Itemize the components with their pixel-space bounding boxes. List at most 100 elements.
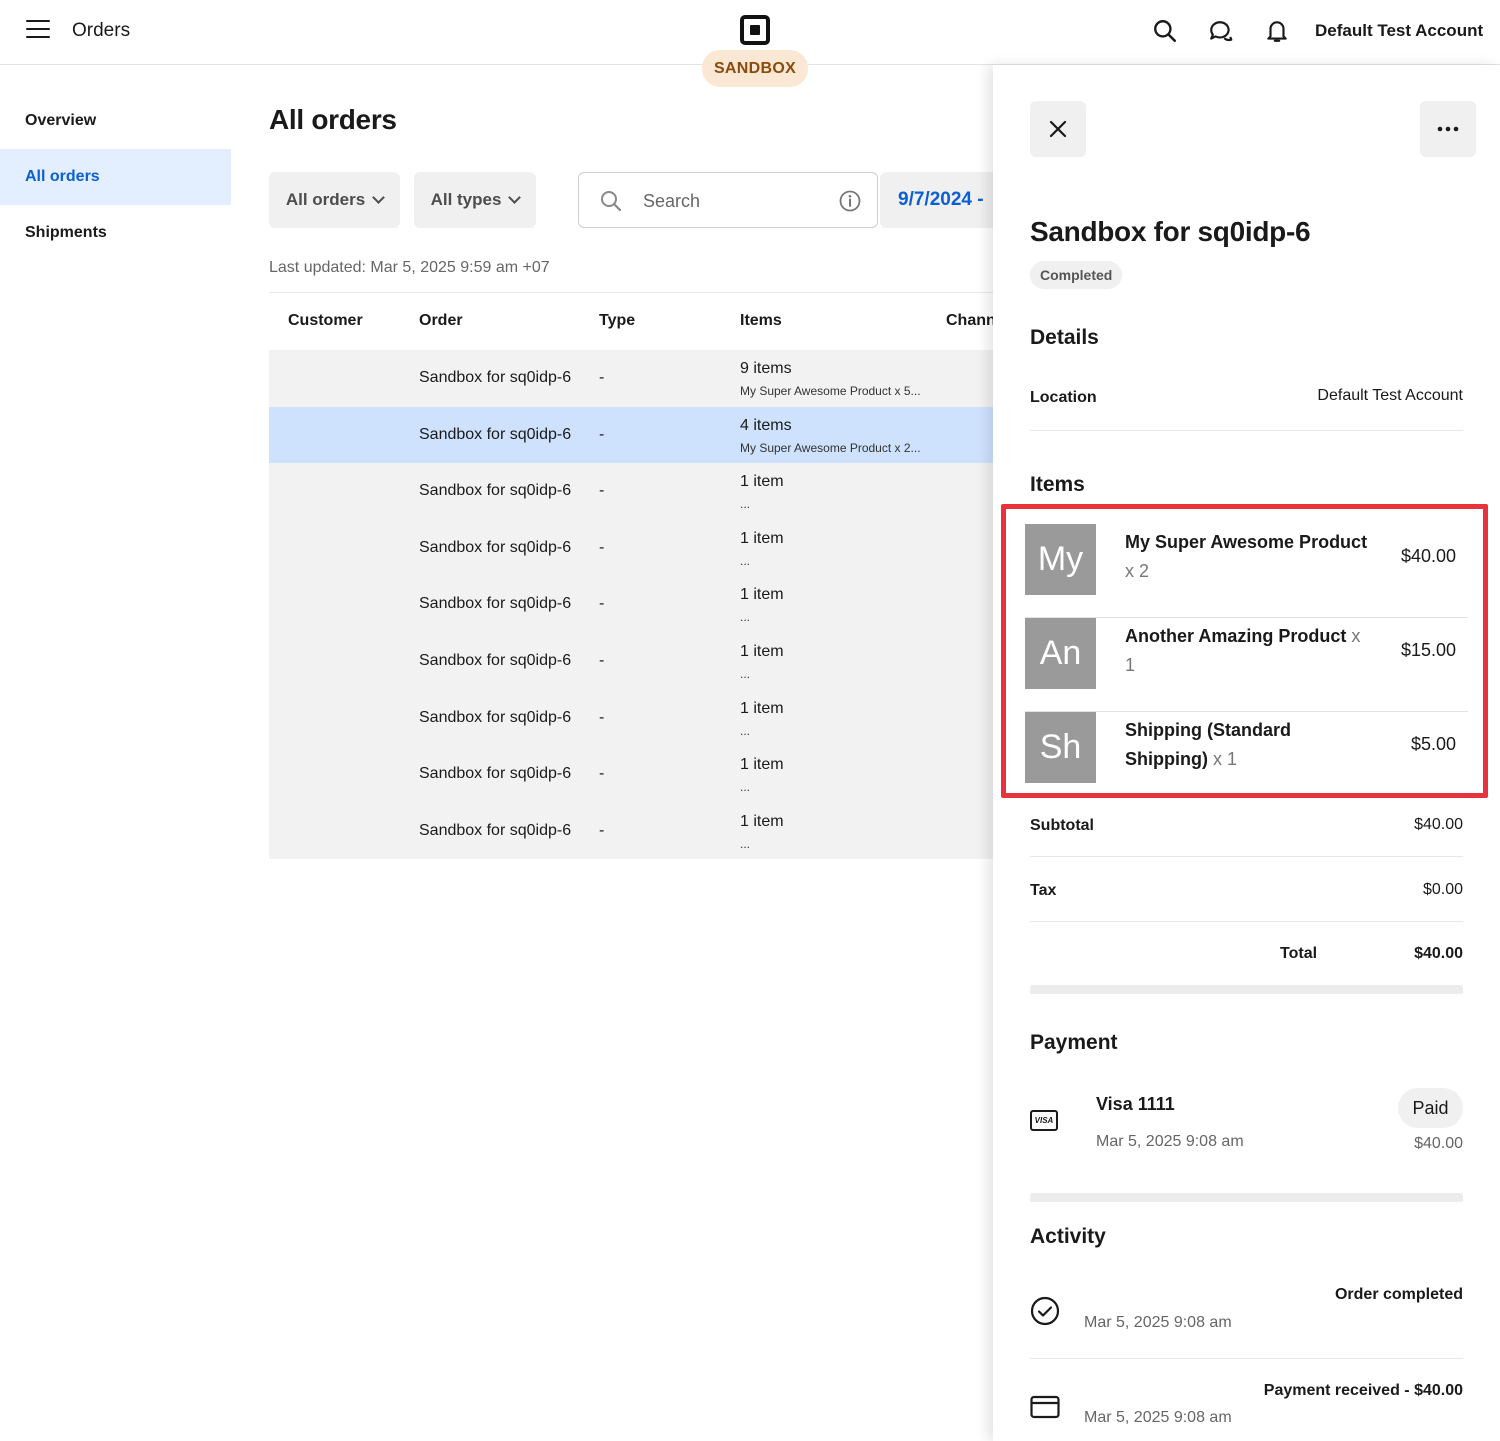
- table-row-selected[interactable]: Sandbox for sq0idp-6 - 4 items My Super …: [269, 406, 993, 464]
- square-logo-icon[interactable]: [740, 15, 770, 45]
- order-cell: Sandbox for sq0idp-6: [419, 538, 572, 556]
- order-cell: Sandbox for sq0idp-6: [419, 595, 572, 613]
- table-row[interactable]: Sandbox for sq0idp-6 - 1 item ...: [269, 519, 993, 577]
- type-cell: -: [599, 482, 605, 500]
- item-name: Another Amazing Product x 1: [1125, 626, 1361, 675]
- table-row[interactable]: Sandbox for sq0idp-6 - 1 item ...: [269, 746, 993, 803]
- type-cell: -: [599, 821, 605, 839]
- items-cell: 1 item: [740, 586, 784, 604]
- total-value: $40.00: [1414, 945, 1463, 962]
- sidebar-item-overview[interactable]: Overview: [0, 93, 231, 149]
- messages-icon[interactable]: [1208, 18, 1234, 44]
- table-row[interactable]: Sandbox for sq0idp-6 - 1 item ...: [269, 576, 993, 633]
- items-summary: ...: [740, 497, 751, 512]
- activity-heading: Activity: [1030, 1225, 1106, 1248]
- table-row[interactable]: Sandbox for sq0idp-6 - 9 items My Super …: [269, 350, 993, 407]
- items-cell: 1 item: [740, 699, 784, 717]
- item-thumbnail: My: [1025, 524, 1096, 595]
- items-cell: 9 items: [740, 360, 792, 377]
- order-cell: Sandbox for sq0idp-6: [419, 425, 572, 443]
- orders-filter-dropdown[interactable]: All orders: [269, 172, 400, 228]
- line-item: An Another Amazing Product x 1 $15.00: [1025, 618, 1468, 712]
- type-cell: -: [599, 708, 605, 726]
- column-header-items[interactable]: Items: [740, 312, 782, 330]
- items-summary: My Super Awesome Product x 2...: [740, 440, 921, 455]
- column-header-type[interactable]: Type: [599, 312, 635, 330]
- date-range-filter[interactable]: 9/7/2024 -: [880, 172, 993, 228]
- divider: [1030, 430, 1463, 431]
- order-title: Sandbox for sq0idp-6: [1030, 216, 1311, 247]
- sidebar-item-all-orders[interactable]: All orders: [0, 149, 231, 205]
- column-header-order[interactable]: Order: [419, 312, 463, 330]
- items-cell: 1 item: [740, 529, 784, 547]
- orders-filter-label: All orders: [285, 190, 366, 209]
- check-circle-icon: [1030, 1296, 1060, 1326]
- items-summary: ...: [740, 780, 751, 795]
- order-detail-panel: Sandbox for sq0idp-6 Completed Details L…: [993, 65, 1500, 1441]
- orders-table: Sandbox for sq0idp-6 - 9 items My Super …: [269, 350, 993, 860]
- search-icon: [601, 191, 622, 212]
- items-summary: ...: [740, 723, 751, 738]
- menu-icon[interactable]: [26, 20, 50, 40]
- item-price: $40.00: [1400, 546, 1456, 566]
- items-cell: 4 items: [740, 416, 792, 434]
- order-cell: Sandbox for sq0idp-6: [419, 821, 572, 839]
- search-icon[interactable]: [1152, 18, 1178, 44]
- items-heading: Items: [1030, 473, 1085, 496]
- item-thumbnail: An: [1025, 618, 1096, 689]
- type-cell: -: [599, 765, 605, 783]
- subtotal-value: $40.00: [1414, 816, 1463, 833]
- item-quantity: x 1: [1213, 749, 1238, 769]
- items-cell: 1 item: [740, 756, 784, 774]
- type-cell: -: [599, 595, 605, 613]
- last-updated-text: Last updated: Mar 5, 2025 9:59 am +07: [269, 259, 550, 276]
- total-label: Total: [1280, 945, 1318, 962]
- activity-title: Order completed: [1334, 1286, 1463, 1303]
- table-row[interactable]: Sandbox for sq0idp-6 - 1 item ...: [269, 802, 993, 860]
- items-summary: ...: [740, 836, 751, 851]
- payment-heading: Payment: [1030, 1031, 1118, 1054]
- status-badge: Completed: [1030, 261, 1123, 289]
- table-row[interactable]: Sandbox for sq0idp-6 - 1 item ...: [269, 632, 993, 690]
- close-button[interactable]: [1030, 101, 1086, 157]
- table-row[interactable]: Sandbox for sq0idp-6 - 1 item ...: [269, 689, 993, 747]
- item-thumbnail: Sh: [1025, 712, 1096, 783]
- type-cell: -: [599, 369, 605, 386]
- order-cell: Sandbox for sq0idp-6: [419, 651, 572, 669]
- line-item: Sh Shipping (Standard Shipping) x 1 $5.0…: [1025, 712, 1468, 806]
- credit-card-icon: [1030, 1395, 1060, 1419]
- tax-label: Tax: [1030, 882, 1057, 899]
- column-header-customer[interactable]: Customer: [288, 312, 363, 330]
- chevron-down-icon: [508, 191, 522, 204]
- sandbox-badge: SANDBOX: [702, 50, 808, 87]
- items-summary: ...: [740, 553, 751, 568]
- item-quantity: x 2: [1125, 561, 1150, 581]
- item-name: My Super Awesome Product x 2: [1125, 532, 1368, 581]
- items-summary: My Super Awesome Product x 5...: [740, 384, 921, 398]
- order-cell: Sandbox for sq0idp-6: [419, 369, 572, 386]
- more-options-button[interactable]: [1420, 101, 1476, 157]
- page-title: All orders: [269, 104, 397, 135]
- items-summary: ...: [740, 610, 751, 625]
- bell-icon[interactable]: [1264, 18, 1290, 44]
- activity-date: Mar 5, 2025 9:08 am: [1084, 1409, 1232, 1426]
- account-menu[interactable]: Default Test Account: [1315, 21, 1483, 41]
- tax-value: $0.00: [1422, 881, 1463, 898]
- close-icon: [1049, 120, 1067, 138]
- item-price: $5.00: [1410, 734, 1456, 754]
- search-input[interactable]: [643, 187, 833, 215]
- visa-card-icon: VISA: [1030, 1110, 1058, 1131]
- types-filter-dropdown[interactable]: All types: [414, 172, 536, 228]
- sidebar-item-shipments[interactable]: Shipments: [0, 205, 231, 261]
- item-price: $15.00: [1400, 640, 1456, 660]
- table-row[interactable]: Sandbox for sq0idp-6 - 1 item ...: [269, 463, 993, 520]
- info-icon[interactable]: [838, 189, 862, 213]
- payment-status-badge: Paid: [1398, 1088, 1463, 1128]
- column-header-channel[interactable]: Channel: [946, 312, 993, 330]
- table-divider: [269, 292, 993, 293]
- items-cell: 1 item: [740, 473, 784, 491]
- subtotal-label: Subtotal: [1030, 817, 1094, 834]
- order-cell: Sandbox for sq0idp-6: [419, 708, 572, 726]
- order-cell: Sandbox for sq0idp-6: [419, 482, 572, 500]
- payment-card: Visa 1111: [1096, 1094, 1175, 1114]
